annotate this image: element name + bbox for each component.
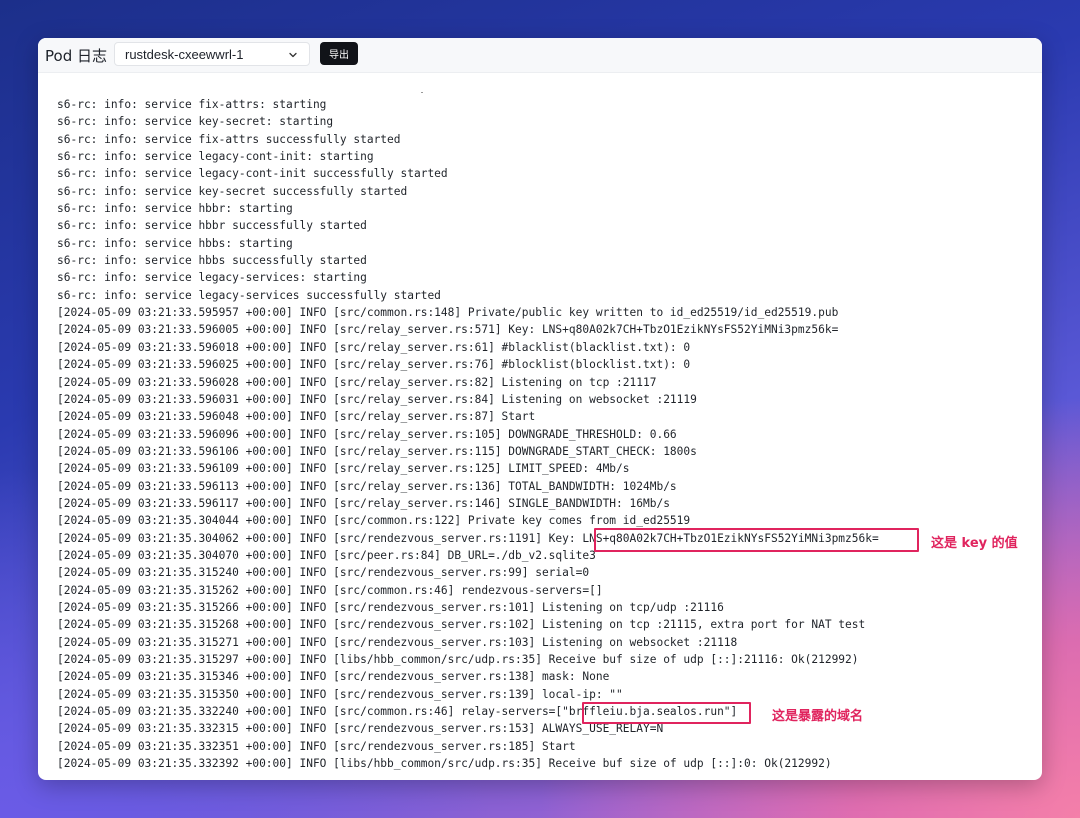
log-line: [2024-05-09 03:21:33.596048 +00:00] INFO…	[57, 410, 536, 424]
pod-select[interactable]: rustdesk-cxeewwrl-1	[114, 42, 310, 66]
header-bar: Pod 日志 rustdesk-cxeewwrl-1 导出	[38, 38, 1042, 73]
log-line: [2024-05-09 03:21:35.332351 +00:00] INFO…	[57, 739, 576, 753]
log-line: [2024-05-09 03:21:33.596031 +00:00] INFO…	[57, 392, 697, 406]
key-annotation: 这是 key 的值	[931, 536, 1018, 551]
log-line: [2024-05-09 03:21:35.315297 +00:00] INFO…	[57, 653, 859, 666]
log-line: [2024-05-09 03:21:35.332392 +00:00] INFO…	[57, 757, 832, 771]
log-line: [2024-05-09 03:21:35.304044 +00:00] INFO…	[57, 514, 691, 528]
log-line: s6-rc: info: service key-secret successf…	[57, 184, 408, 198]
log-line: [2024-05-09 03:21:35.315271 +00:00] INFO…	[57, 635, 738, 649]
log-output[interactable]: s6-rc: info: service fix-attrs: starting…	[57, 96, 879, 772]
log-line: [2024-05-09 03:21:35.315268 +00:00] INFO…	[57, 618, 866, 632]
log-line: [2024-05-09 03:21:33.596025 +00:00] INFO…	[57, 358, 691, 372]
log-line: s6-rc: info: service legacy-services: st…	[57, 271, 367, 285]
log-line: [2024-05-09 03:21:35.315346 +00:00] INFO…	[57, 670, 610, 684]
page-title: Pod 日志	[45, 47, 107, 65]
log-line: s6-rc: info: service legacy-cont-init: s…	[57, 150, 374, 164]
log-line: s6-rc: info: service fix-attrs successfu…	[57, 132, 401, 146]
log-line: [2024-05-09 03:21:35.315262 +00:00] INFO…	[57, 583, 603, 597]
log-line: s6-rc: info: service legacy-services suc…	[57, 288, 441, 302]
log-line: [2024-05-09 03:21:33.596028 +00:00] INFO…	[57, 375, 657, 389]
divider	[421, 92, 423, 93]
pod-log-window: Pod 日志 rustdesk-cxeewwrl-1 导出 s6-rc: inf…	[38, 38, 1042, 780]
log-line: s6-rc: info: service hbbs successfully s…	[57, 254, 367, 268]
key-highlight-box	[594, 528, 919, 552]
log-line: [2024-05-09 03:21:33.596005 +00:00] INFO…	[57, 323, 839, 337]
log-line: [2024-05-09 03:21:35.332240 +00:00] INFO…	[57, 705, 738, 719]
domain-highlight-box	[582, 702, 751, 724]
log-line: [2024-05-09 03:21:35.332315 +00:00] INFO…	[57, 722, 664, 736]
log-line: [2024-05-09 03:21:33.596117 +00:00] INFO…	[57, 496, 670, 510]
log-line: s6-rc: info: service hbbr successfully s…	[57, 219, 367, 233]
domain-annotation: 这是暴露的域名	[772, 709, 864, 724]
log-line: [2024-05-09 03:21:33.595957 +00:00] INFO…	[57, 306, 839, 320]
log-line: s6-rc: info: service fix-attrs: starting	[57, 98, 327, 111]
pod-select-value: rustdesk-cxeewwrl-1	[125, 47, 244, 62]
log-line: [2024-05-09 03:21:35.315266 +00:00] INFO…	[57, 600, 724, 614]
chevron-down-icon	[289, 52, 297, 58]
log-line: s6-rc: info: service legacy-cont-init su…	[57, 167, 448, 181]
log-line: s6-rc: info: service key-secret: startin…	[57, 115, 334, 129]
log-line: [2024-05-09 03:21:33.596109 +00:00] INFO…	[57, 462, 630, 476]
log-line: s6-rc: info: service hbbr: starting	[57, 202, 293, 216]
log-line: [2024-05-09 03:21:33.596096 +00:00] INFO…	[57, 427, 677, 441]
export-button[interactable]: 导出	[320, 42, 358, 65]
log-line: [2024-05-09 03:21:35.315240 +00:00] INFO…	[57, 566, 590, 580]
log-line: s6-rc: info: service hbbs: starting	[57, 236, 293, 250]
log-line: [2024-05-09 03:21:33.596113 +00:00] INFO…	[57, 479, 677, 493]
log-line: [2024-05-09 03:21:35.315350 +00:00] INFO…	[57, 687, 623, 701]
log-line: [2024-05-09 03:21:33.596106 +00:00] INFO…	[57, 444, 697, 458]
log-line: [2024-05-09 03:21:33.596018 +00:00] INFO…	[57, 340, 691, 354]
